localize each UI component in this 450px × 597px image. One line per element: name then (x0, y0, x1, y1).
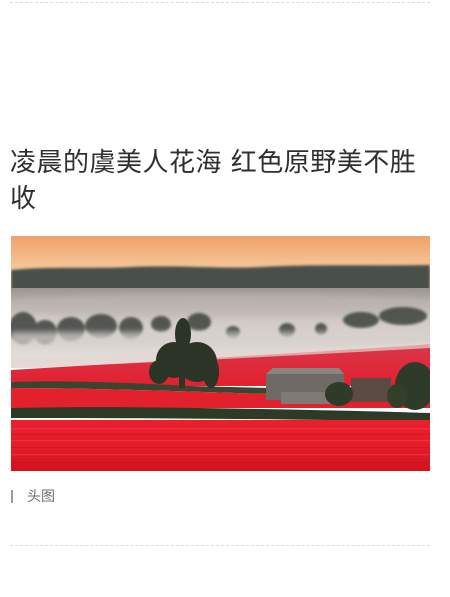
source-label[interactable]: 头图 (27, 486, 55, 506)
photo-near-poppies (11, 420, 430, 471)
article-card: 凌晨的虞美人花海 红色原野美不胜收 头图 (0, 0, 450, 597)
source-row: 头图 (11, 485, 55, 507)
photo-near-hedge (11, 407, 430, 422)
top-divider (10, 2, 430, 3)
article-title[interactable]: 凌晨的虞美人花海 红色原野美不胜收 (10, 145, 435, 217)
source-divider (11, 489, 13, 503)
bottom-divider (10, 545, 430, 546)
article-photo[interactable] (11, 236, 430, 471)
